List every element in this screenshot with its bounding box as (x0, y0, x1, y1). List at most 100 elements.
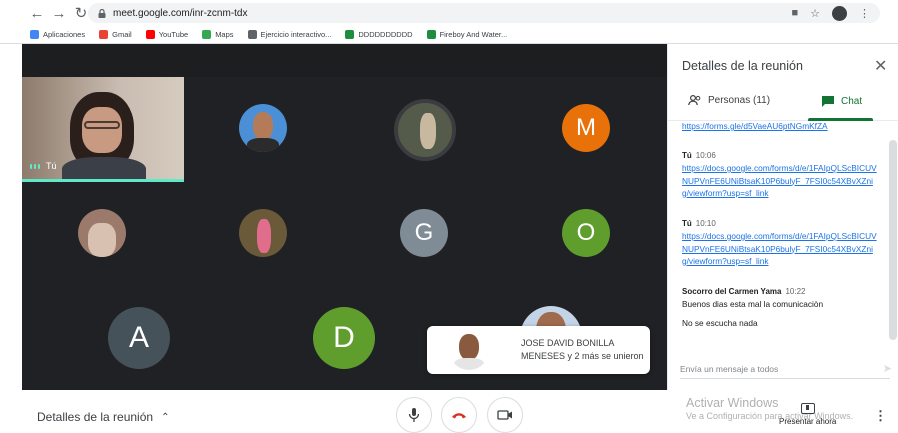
participant-avatar-letter: A (108, 307, 170, 369)
tab-people-label: Personas (11) (708, 95, 771, 106)
chat-link[interactable]: https://forms.gle/d5VaeAU6ptNGmKfZA (682, 121, 879, 133)
bookmark-item[interactable]: DDDDDDDDDD (345, 30, 413, 39)
participant-tile[interactable]: G (400, 209, 448, 257)
leave-call-button[interactable] (441, 397, 477, 433)
sender-name: Tú (682, 151, 692, 160)
panel-title: Detalles de la reunión (682, 59, 803, 73)
meeting-details-panel: Detalles de la reunión ✕ Personas (11) C… (667, 44, 898, 390)
chevron-up-icon: ⌃ (161, 411, 170, 423)
participant-tile[interactable]: O (562, 209, 610, 257)
participant-avatar-letter: M (562, 104, 610, 152)
chat-link[interactable]: https://docs.google.com/forms/d/e/1FAIpQ… (682, 230, 879, 268)
bookmark-icon (426, 30, 436, 39)
forward-arrow-icon[interactable]: → (48, 2, 70, 24)
chat-scrollbar[interactable] (889, 140, 897, 340)
bookmark-star-icon[interactable]: ☆ (810, 7, 820, 20)
sender-name: Tú (682, 219, 692, 228)
participant-tile[interactable] (239, 209, 287, 257)
participant-avatar-letter: O (562, 209, 610, 257)
bookmark-icon (247, 30, 257, 39)
bookmark-label: DDDDDDDDDD (358, 30, 413, 39)
profile-avatar[interactable] (832, 5, 847, 21)
url-text: meet.google.com/inr-zcnm-tdx (113, 7, 248, 19)
close-icon[interactable]: ✕ (874, 56, 887, 76)
chat-messages: https://forms.gle/d5VaeAU6ptNGmKfZA Tú 10… (668, 121, 898, 348)
bookmark-item[interactable]: Fireboy And Water... (426, 30, 508, 39)
message-time: 10:10 (695, 219, 716, 228)
bookmark-item[interactable]: Aplicaciones (30, 30, 85, 39)
participant-tile[interactable] (394, 99, 456, 161)
camera-indicator-icon[interactable]: ■ (791, 7, 798, 19)
participant-tile[interactable] (78, 209, 126, 257)
participant-avatar (394, 99, 456, 161)
video-camera-icon (497, 410, 512, 420)
join-notification: JOSE DAVID BONILLA MENESES y 2 más se un… (427, 326, 650, 374)
sender-name: Socorro del Carmen Yama (682, 287, 782, 296)
browser-toolbar: ← → ↻ meet.google.com/inr-zcnm-tdx ■ ☆ ⋮ (0, 0, 898, 26)
bookmark-label: Maps (215, 30, 234, 39)
participant-tile[interactable]: D (313, 307, 375, 369)
bookmark-item[interactable]: Maps (202, 30, 234, 39)
glasses (84, 121, 120, 129)
participant-avatar-letter: G (400, 209, 448, 257)
microphone-button[interactable] (396, 397, 432, 433)
stage-topbar (22, 44, 667, 77)
participant-tile[interactable]: M (562, 104, 610, 152)
address-bar[interactable]: meet.google.com/inr-zcnm-tdx ■ ☆ ⋮ (88, 3, 880, 23)
self-name-label: Tú (46, 161, 57, 171)
participant-tile[interactable] (239, 104, 287, 152)
participant-avatar-letter: D (313, 307, 375, 369)
bookmark-icon (99, 30, 109, 39)
lock-icon (98, 8, 106, 18)
tab-chat[interactable]: Chat (821, 95, 862, 107)
meeting-details-button[interactable]: Detalles de la reunión ⌃ (37, 410, 169, 424)
watermark-subtitle: Ve a Configuración para activar Windows. (686, 411, 854, 421)
meeting-details-label: Detalles de la reunión (37, 410, 154, 424)
chat-text: Buenos dias esta mal la comunicaciòn (682, 299, 824, 309)
participant-avatar (239, 104, 287, 152)
chat-message: https://forms.gle/d5VaeAU6ptNGmKfZA (682, 121, 879, 133)
self-face (82, 107, 122, 153)
back-arrow-icon[interactable]: ← (26, 2, 48, 24)
chat-message: Socorro del Carmen Yama 10:22 Buenos dias… (682, 287, 879, 310)
chat-message: No se escucha nada (682, 317, 879, 329)
participant-avatar (78, 209, 126, 257)
speaking-indicator-icon (30, 163, 40, 169)
more-options-icon[interactable]: ⋮ (874, 408, 887, 424)
participant-tile[interactable]: A (108, 307, 170, 369)
chat-message: Tú 10:06 https://docs.google.com/forms/d/… (682, 151, 879, 200)
bookmark-icon (30, 30, 39, 39)
watermark-title: Activar Windows (686, 396, 779, 410)
toast-line-2: MENESES y 2 más se unieron (521, 351, 644, 361)
people-icon (688, 95, 701, 106)
bookmark-icon (345, 30, 355, 39)
camera-button[interactable] (487, 397, 523, 433)
panel-tabs: Personas (11) Chat (668, 88, 898, 121)
bookmark-label: Fireboy And Water... (439, 30, 508, 39)
chat-input-placeholder: Envía un mensaje a todos (680, 363, 779, 374)
chat-message: Tú 10:10 https://docs.google.com/forms/d/… (682, 219, 879, 268)
browser-menu-icon[interactable]: ⋮ (859, 7, 870, 20)
joined-user-avatar (449, 330, 489, 370)
bookmark-item[interactable]: Gmail (99, 30, 132, 39)
send-icon[interactable]: ➤ (883, 362, 892, 375)
participant-avatar (239, 209, 287, 257)
bookmarks-bar: Aplicaciones Gmail YouTube Maps Ejercicio in… (0, 26, 898, 44)
self-video-tile[interactable]: Tú (22, 77, 184, 182)
chat-link[interactable]: https://docs.google.com/forms/d/e/1FAIpQ… (682, 162, 879, 200)
chat-input[interactable]: Envía un mensaje a todos ➤ (680, 359, 892, 379)
bookmark-icon (145, 30, 155, 39)
chat-text: No se escucha nada (682, 318, 758, 328)
message-time: 10:22 (785, 287, 806, 296)
bookmark-item[interactable]: Ejercicio interactivo... (247, 30, 332, 39)
toast-line-1: JOSE DAVID BONILLA (521, 338, 615, 348)
bookmark-label: YouTube (158, 30, 189, 39)
message-time: 10:06 (695, 151, 716, 160)
microphone-icon (408, 408, 420, 422)
bookmark-item[interactable]: YouTube (145, 30, 189, 39)
chat-icon (822, 96, 834, 107)
tab-chat-label: Chat (841, 95, 863, 107)
tab-people[interactable]: Personas (11) (688, 95, 770, 106)
hang-up-icon (452, 413, 466, 419)
bookmark-label: Ejercicio interactivo... (260, 30, 332, 39)
